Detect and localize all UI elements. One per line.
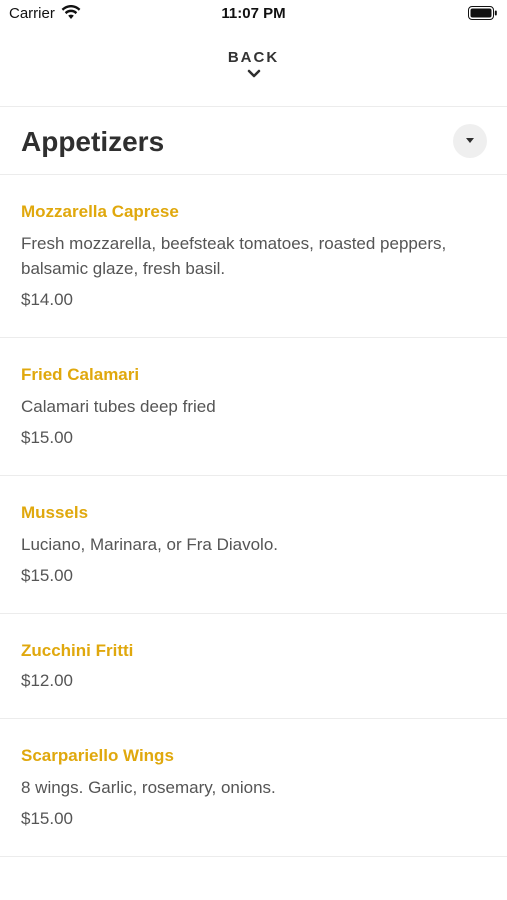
section-title: Appetizers — [21, 126, 165, 157]
item-name: Zucchini Fritti — [21, 641, 134, 660]
clock: 11:07 PM — [221, 5, 286, 22]
section-toggle-button[interactable] — [453, 124, 487, 158]
battery-icon — [468, 6, 497, 20]
item-price: $15.00 — [21, 566, 73, 585]
item-price: $12.00 — [21, 671, 73, 690]
item-description: Fresh mozzarella, beefsteak tomatoes, ro… — [21, 234, 447, 278]
item-price: $15.00 — [21, 428, 73, 447]
item-description: Luciano, Marinara, or Fra Diavolo. — [21, 535, 279, 554]
status-bar: Carrier 11:07 PM — [0, 0, 507, 28]
menu-list: Mozzarella Caprese Fresh mozzarella, bee… — [0, 175, 507, 857]
chevron-down-icon — [247, 69, 260, 78]
menu-item[interactable]: Zucchini Fritti $12.00 — [0, 614, 507, 719]
item-name: Scarpariello Wings — [21, 746, 174, 765]
item-description: 8 wings. Garlic, rosemary, onions. — [21, 778, 276, 797]
back-label: BACK — [227, 49, 280, 66]
section-header: Appetizers — [0, 108, 507, 174]
item-name: Fried Calamari — [21, 365, 140, 384]
item-description: Calamari tubes deep fried — [21, 397, 216, 416]
menu-item[interactable]: Mussels Luciano, Marinara, or Fra Diavol… — [0, 476, 507, 614]
item-name: Mozzarella Caprese — [21, 202, 179, 221]
caret-down-icon — [466, 138, 474, 143]
menu-item[interactable]: Scarpariello Wings 8 wings. Garlic, rose… — [0, 719, 507, 857]
menu-item[interactable]: Mozzarella Caprese Fresh mozzarella, bee… — [0, 175, 507, 338]
item-price: $14.00 — [21, 290, 73, 309]
header-divider — [0, 106, 507, 107]
back-button[interactable]: BACK — [0, 44, 507, 94]
item-name: Mussels — [21, 503, 89, 522]
menu-item[interactable]: Fried Calamari Calamari tubes deep fried… — [0, 338, 507, 476]
item-price: $15.00 — [21, 809, 73, 828]
